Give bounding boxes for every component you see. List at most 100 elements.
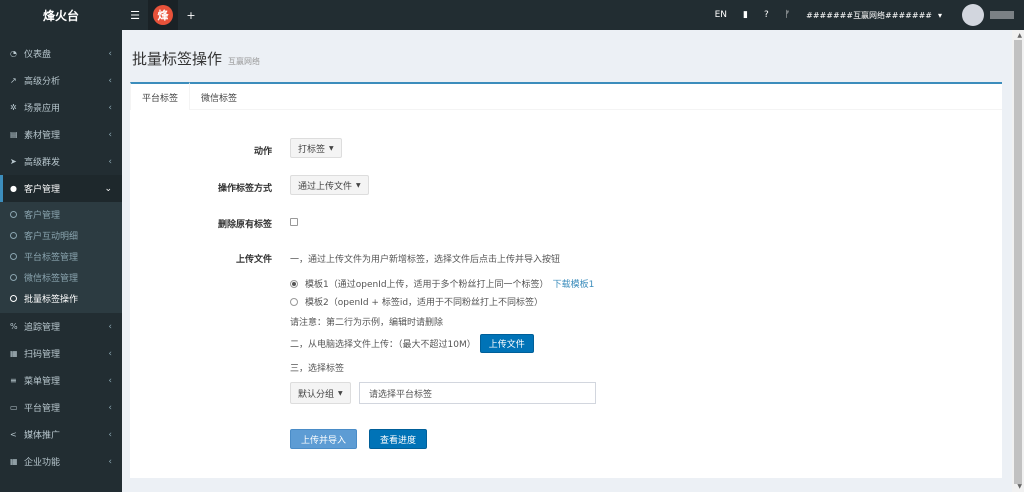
- qrcode-icon: ▦: [10, 349, 18, 358]
- user-name-placeholder[interactable]: [990, 11, 1014, 19]
- template2-label: 模板2（openId + 标签id，适用于不同粉丝打上不同标签）: [305, 298, 544, 308]
- book-icon[interactable]: ▮: [735, 0, 756, 30]
- tab-wechat-tags[interactable]: 微信标签: [190, 84, 248, 110]
- method-dropdown[interactable]: 通过上传文件 ▼: [290, 175, 369, 195]
- sidebar-item-label: 场景应用: [24, 104, 61, 114]
- group-dropdown-value: 默认分组: [298, 389, 335, 400]
- circle-icon: [10, 295, 17, 302]
- avatar[interactable]: [962, 4, 984, 26]
- chevron-left-icon: ‹: [108, 75, 112, 86]
- template1-radio[interactable]: [290, 279, 298, 288]
- caret-down-icon: ▼: [356, 181, 361, 189]
- form-panel: 平台标签 微信标签 动作 打标签 ▼ 操作标签方式 通过上传文件 ▼ 删除原有标签 …: [130, 82, 1002, 478]
- sidebar-item-label: 菜单管理: [24, 377, 61, 387]
- upload-file-button[interactable]: 上传文件: [479, 334, 534, 353]
- scroll-thumb[interactable]: [1014, 40, 1022, 484]
- chevron-down-icon: ⌄: [104, 183, 112, 194]
- sidebar-item-tracking[interactable]: % 追踪管理 ‹: [0, 313, 122, 340]
- sidebar-item-label: 平台管理: [24, 404, 61, 414]
- sidebar-item-label: 仪表盘: [24, 50, 52, 60]
- add-tab-icon[interactable]: +: [178, 0, 204, 30]
- submenu-item-platform-tags[interactable]: 平台标签管理: [0, 246, 122, 267]
- chevron-left-icon: ‹: [108, 156, 112, 167]
- page-subtitle: 互赢网络: [228, 57, 261, 66]
- sidebar-item-menus[interactable]: ≡ 菜单管理 ‹: [0, 367, 122, 394]
- circle-icon: [10, 211, 17, 218]
- share-icon: <: [10, 430, 17, 439]
- org-name: #######互赢网络#######: [806, 10, 932, 20]
- method-label: 操作标签方式: [217, 184, 272, 194]
- chevron-left-icon: ‹: [108, 102, 112, 113]
- download-template1-link[interactable]: 下载模板1: [553, 277, 595, 290]
- action-buttons: 上传并导入 查看进度: [290, 429, 428, 449]
- chevron-left-icon: ‹: [108, 48, 112, 59]
- page-title: 批量标签操作 互赢网络: [132, 48, 260, 69]
- sidebar-item-platform[interactable]: ▭ 平台管理 ‹: [0, 394, 122, 421]
- sidebar-item-qrcode[interactable]: ▦ 扫码管理 ‹: [0, 340, 122, 367]
- monitor-icon: ▭: [10, 403, 18, 412]
- chevron-left-icon: ‹: [108, 429, 112, 440]
- sidebar-item-label: 追踪管理: [24, 323, 61, 333]
- delete-existing-checkbox[interactable]: [290, 218, 298, 226]
- envelope-icon: ▤: [10, 130, 18, 139]
- caret-down-icon: ▼: [329, 144, 334, 152]
- step2-row: 二，从电脑选择文件上传：（最大不超过10M） 上传文件: [290, 334, 534, 353]
- template2-radio[interactable]: [290, 297, 298, 306]
- template1-option[interactable]: 模板1（通过openId上传，适用于多个粉丝打上同一个标签） 下载模板1: [290, 277, 594, 290]
- submenu-item-label: 平台标签管理: [24, 253, 79, 263]
- action-dropdown-value: 打标签: [298, 144, 326, 155]
- page-scrollbar[interactable]: ▲ ▼: [1012, 30, 1024, 492]
- sidebar-item-materials[interactable]: ▤ 素材管理 ‹: [0, 121, 122, 148]
- template2-option[interactable]: 模板2（openId + 标签id，适用于不同粉丝打上不同标签）: [290, 295, 543, 308]
- action-label: 动作: [253, 147, 272, 157]
- delete-existing-label: 删除原有标签: [217, 220, 272, 230]
- sidebar-item-promotion[interactable]: < 媒体推广 ‹: [0, 421, 122, 448]
- sidebar-item-label: 扫码管理: [24, 350, 61, 360]
- sidebar-item-broadcast[interactable]: ➤ 高级群发 ‹: [0, 148, 122, 175]
- step3-text: 三，选择标签: [290, 364, 345, 374]
- dashboard-icon: ◔: [10, 49, 17, 58]
- sidebar-item-dashboard[interactable]: ◔ 仪表盘 ‹: [0, 40, 122, 67]
- list-icon: ≡: [10, 376, 17, 385]
- chart-icon: ↗: [10, 76, 17, 85]
- submenu-item-label: 微信标签管理: [24, 274, 79, 284]
- action-dropdown[interactable]: 打标签 ▼: [290, 138, 342, 158]
- submenu-item-batch-tags[interactable]: 批量标签操作: [0, 288, 122, 309]
- menu-toggle-icon[interactable]: ☰: [122, 0, 148, 30]
- branch-icon[interactable]: ᚠ: [777, 0, 798, 30]
- help-icon[interactable]: ?: [756, 0, 777, 30]
- brand-tab[interactable]: 烽: [148, 0, 178, 30]
- org-selector[interactable]: #######互赢网络####### ▾: [798, 0, 956, 30]
- top-header: 烽火台 ☰ 烽 + EN ▮ ? ᚠ #######互赢网络####### ▾: [0, 0, 1024, 30]
- submenu-item-interactions[interactable]: 客户互动明细: [0, 225, 122, 246]
- app-logo[interactable]: 烽火台: [0, 0, 122, 30]
- group-dropdown[interactable]: 默认分组 ▼: [290, 382, 351, 404]
- circle-icon: [10, 274, 17, 281]
- submenu-item-label: 客户互动明细: [24, 232, 79, 242]
- tab-platform-tags[interactable]: 平台标签: [130, 82, 191, 110]
- sidebar-item-customers[interactable]: ● 客户管理 ⌄: [0, 175, 122, 202]
- circle-icon: [10, 253, 17, 260]
- sidebar: ◔ 仪表盘 ‹ ↗ 高级分析 ‹ ✲ 场景应用 ‹ ▤ 素材管理 ‹ ➤ 高级群…: [0, 30, 122, 492]
- send-icon: ➤: [10, 157, 17, 166]
- caret-down-icon: ▼: [338, 389, 343, 397]
- tag-select-input[interactable]: 请选择平台标签: [359, 382, 596, 404]
- scroll-up-icon[interactable]: ▲: [1017, 32, 1022, 39]
- step1-text: 一，通过上传文件为用户新增标签，选择文件后点击上传并导入按钮: [290, 255, 561, 265]
- org-caret-icon: ▾: [937, 10, 942, 20]
- submenu-item-wechat-tags[interactable]: 微信标签管理: [0, 267, 122, 288]
- scroll-down-icon[interactable]: ▼: [1017, 483, 1022, 490]
- percent-icon: %: [10, 322, 18, 331]
- gear-icon: ✲: [10, 103, 17, 112]
- method-dropdown-value: 通过上传文件: [298, 181, 353, 192]
- sidebar-item-label: 素材管理: [24, 131, 61, 141]
- submenu-item-label: 客户管理: [24, 211, 61, 221]
- tab-bar: 平台标签 微信标签: [130, 82, 1002, 110]
- language-switch[interactable]: EN: [707, 0, 735, 30]
- upload-import-button[interactable]: 上传并导入: [290, 429, 358, 449]
- sidebar-item-scenes[interactable]: ✲ 场景应用 ‹: [0, 94, 122, 121]
- sidebar-item-analytics[interactable]: ↗ 高级分析 ‹: [0, 67, 122, 94]
- submenu-item-customers[interactable]: 客户管理: [0, 204, 122, 225]
- sidebar-item-enterprise[interactable]: ▦ 企业功能 ‹: [0, 448, 122, 475]
- view-progress-button[interactable]: 查看进度: [369, 429, 428, 449]
